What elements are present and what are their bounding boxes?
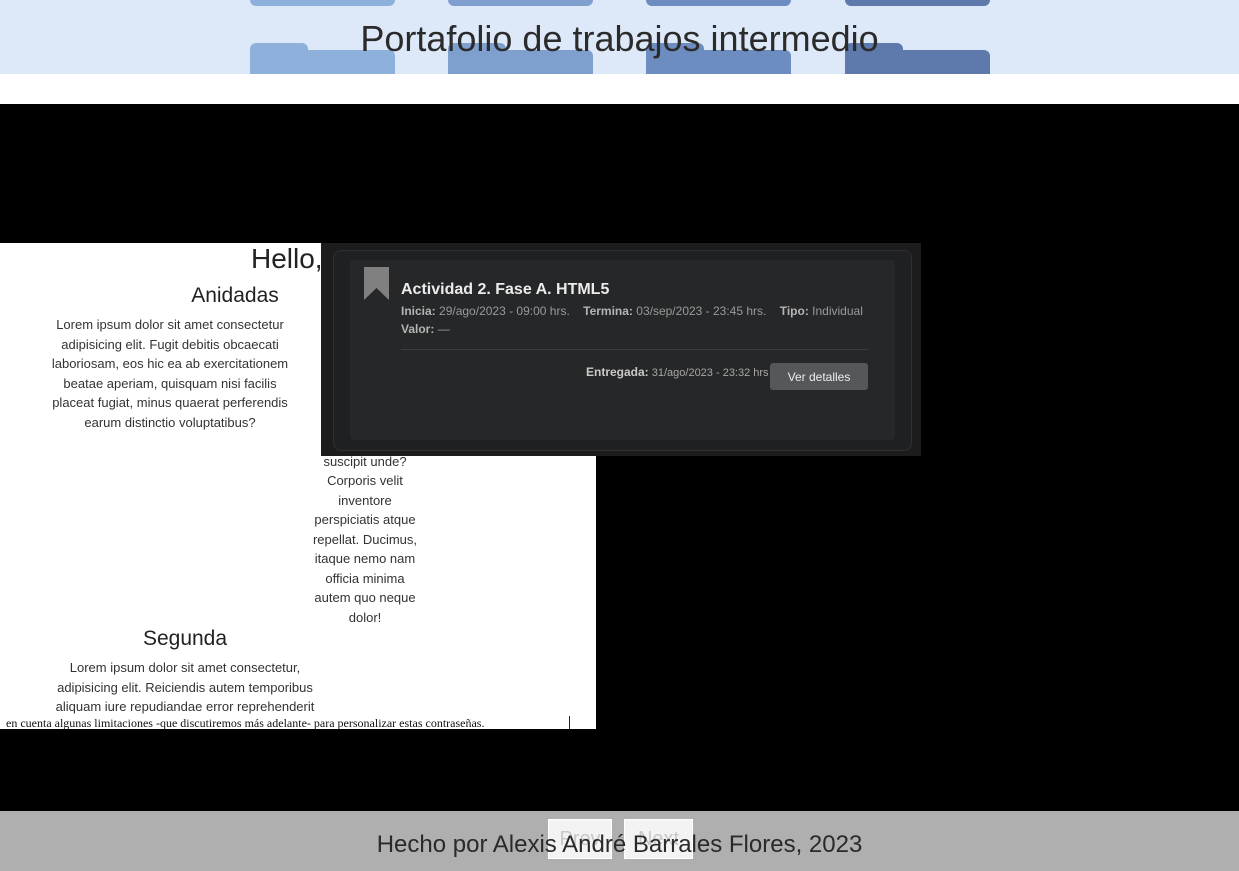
page-title: Portafolio de trabajos intermedio <box>360 18 879 59</box>
folder-icon <box>250 0 395 6</box>
segunda-title: Segunda <box>142 627 228 650</box>
activity-title: Actividad 2. Fase A. HTML5 <box>401 281 610 298</box>
valor-value: — <box>437 322 450 336</box>
termina-label: Termina: <box>583 304 633 318</box>
page-header: Portafolio de trabajos intermedio <box>0 0 1239 74</box>
card-divider <box>401 349 868 350</box>
bottom-text-strip: en cuenta algunas limitaciones -que disc… <box>0 716 596 729</box>
header-spacer <box>0 74 1239 104</box>
view-details-button[interactable]: Ver detalles <box>770 363 868 390</box>
tipo-label: Tipo: <box>779 304 809 318</box>
anidadas-text: Lorem ipsum dolor sit amet consectetur a… <box>51 317 289 430</box>
activity-card: Actividad 2. Fase A. HTML5 Inicia: 29/ag… <box>350 260 895 440</box>
entregada-label: Entregada: <box>586 365 649 379</box>
folder-icon <box>646 0 791 6</box>
activity-popup-frame: Actividad 2. Fase A. HTML5 Inicia: 29/ag… <box>333 250 912 451</box>
preview-heading: Hello, <box>251 243 323 274</box>
activity-popup: Actividad 2. Fase A. HTML5 Inicia: 29/ag… <box>321 243 921 456</box>
footer-credits: Hecho por Alexis André Barrales Flores, … <box>376 831 863 858</box>
segunda-text: Lorem ipsum dolor sit amet consectetur, … <box>55 660 315 714</box>
text-cursor <box>569 716 570 729</box>
valor-label: Valor: <box>401 322 435 336</box>
entregada-value: 31/ago/2023 - 23:32 hrs <box>651 367 769 379</box>
folder-icon <box>448 0 593 6</box>
activity-dates: Inicia: 29/ago/2023 - 09:00 hrs. Termina… <box>401 304 863 318</box>
folder-icon <box>845 0 990 6</box>
bookmark-icon <box>364 267 389 305</box>
next-button[interactable]: Next <box>624 819 693 859</box>
activity-value: Valor: — <box>401 322 450 336</box>
page-footer: Prev Next Hecho por Alexis André Barrale… <box>0 811 1239 871</box>
tipo-value: Individual <box>812 304 863 318</box>
inicia-value: 29/ago/2023 - 09:00 hrs. <box>439 304 570 318</box>
prev-button[interactable]: Prev <box>548 819 612 859</box>
delivered-info: Entregada: 31/ago/2023 - 23:32 hrs <box>586 365 769 379</box>
bottom-strip-text: en cuenta algunas limitaciones -que disc… <box>6 716 485 729</box>
termina-value: 03/sep/2023 - 23:45 hrs. <box>636 304 767 318</box>
inicia-label: Inicia: <box>401 304 436 318</box>
